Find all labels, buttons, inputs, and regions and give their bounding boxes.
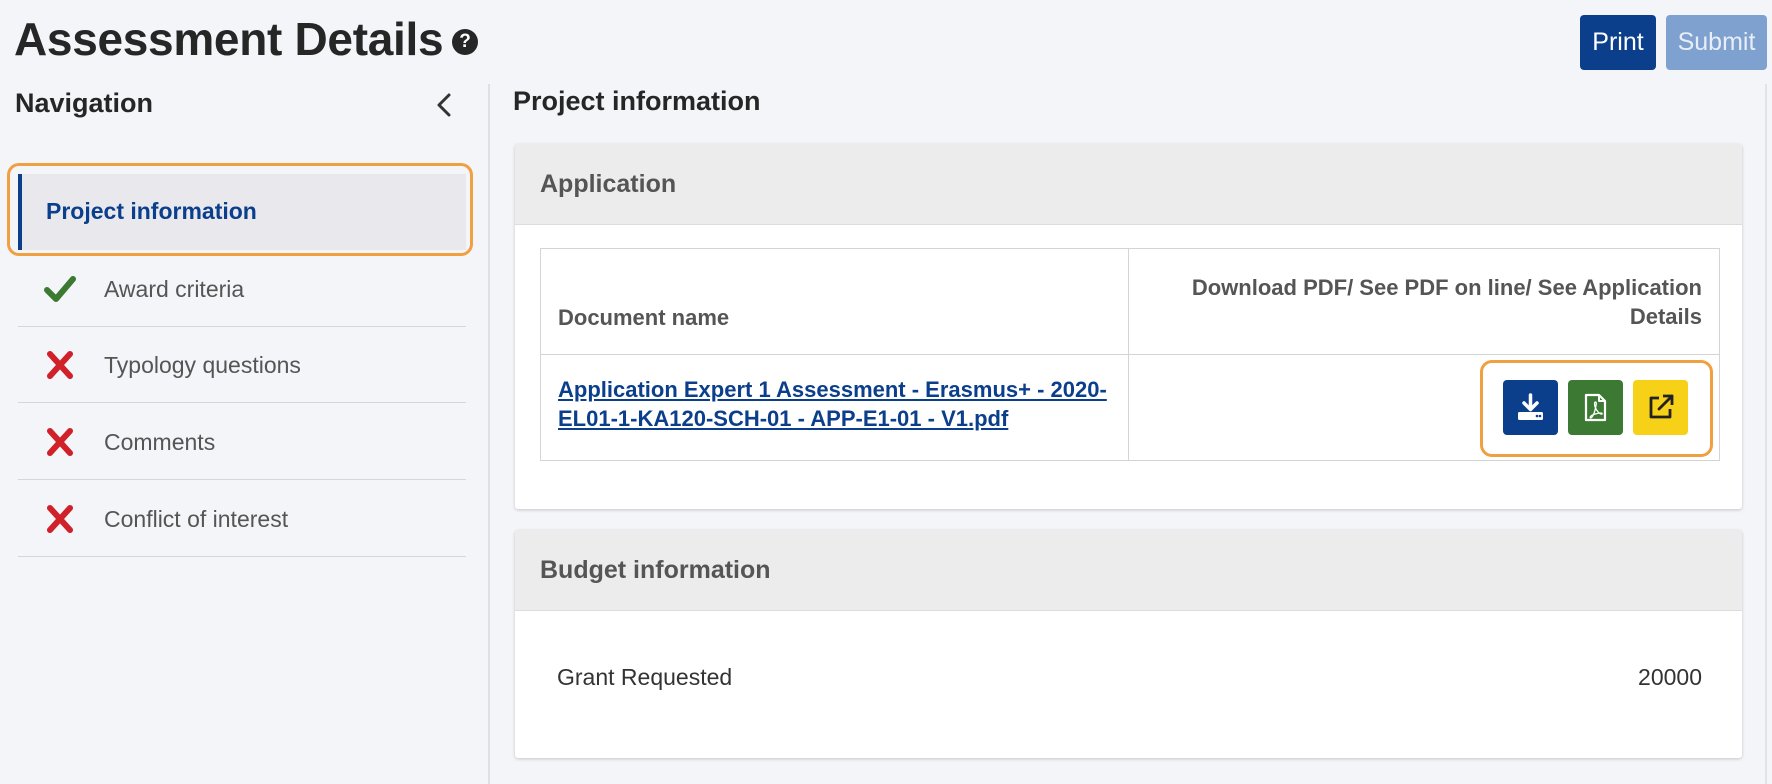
- card-header-title: Budget information: [540, 556, 771, 584]
- view-pdf-online-button[interactable]: [1568, 380, 1623, 435]
- sidebar-item-label: Project information: [46, 198, 257, 224]
- section-title: Project information: [513, 86, 761, 116]
- cross-icon: [47, 505, 73, 533]
- cross-icon: [47, 428, 73, 456]
- card-header-title: Application: [540, 170, 677, 198]
- sidebar-divider: [488, 84, 490, 784]
- pdf-icon: [1584, 393, 1607, 422]
- see-application-details-button[interactable]: [1633, 380, 1688, 435]
- print-button[interactable]: Print: [1580, 15, 1656, 70]
- sidebar-item-award-criteria[interactable]: Award criteria: [18, 251, 466, 327]
- sidebar-item-comments[interactable]: Comments: [18, 404, 466, 480]
- grant-requested-value: 20000: [1638, 664, 1702, 690]
- sidebar-item-project-information[interactable]: Project information: [18, 174, 466, 250]
- cross-icon: [47, 351, 73, 379]
- sidebar-item-label: Typology questions: [104, 352, 301, 378]
- navigation-heading: Navigation: [15, 88, 154, 118]
- document-link[interactable]: Application Expert 1 Assessment - Erasmu…: [558, 375, 1118, 433]
- sidebar-item-label: Conflict of interest: [104, 506, 289, 532]
- submit-button[interactable]: Submit: [1666, 15, 1767, 70]
- card-header: Application: [515, 144, 1742, 225]
- page-title: Assessment Details: [14, 13, 444, 65]
- sidebar-item-conflict-of-interest[interactable]: Conflict of interest: [18, 481, 466, 557]
- download-pdf-button[interactable]: [1503, 380, 1558, 435]
- table-divider: [541, 354, 1719, 355]
- external-link-icon: [1649, 394, 1674, 419]
- sidebar-item-label: Award criteria: [104, 276, 245, 302]
- grant-requested-label: Grant Requested: [557, 664, 733, 690]
- sidebar-item-typology-questions[interactable]: Typology questions: [18, 327, 466, 403]
- column-header-actions: Download PDF/ See PDF on line/ See Appli…: [1191, 275, 1702, 329]
- help-icon[interactable]: ?: [452, 29, 478, 55]
- budget-card: Budget information Grant Requested 20000: [515, 530, 1742, 758]
- checkmark-icon: [44, 276, 76, 302]
- download-icon: [1518, 393, 1543, 420]
- scrollbar-track[interactable]: [1765, 84, 1767, 784]
- column-header-document-name: Document name: [558, 305, 730, 330]
- sidebar-item-label: Comments: [104, 429, 216, 455]
- card-header: Budget information: [515, 530, 1742, 611]
- chevron-left-icon[interactable]: [432, 90, 456, 120]
